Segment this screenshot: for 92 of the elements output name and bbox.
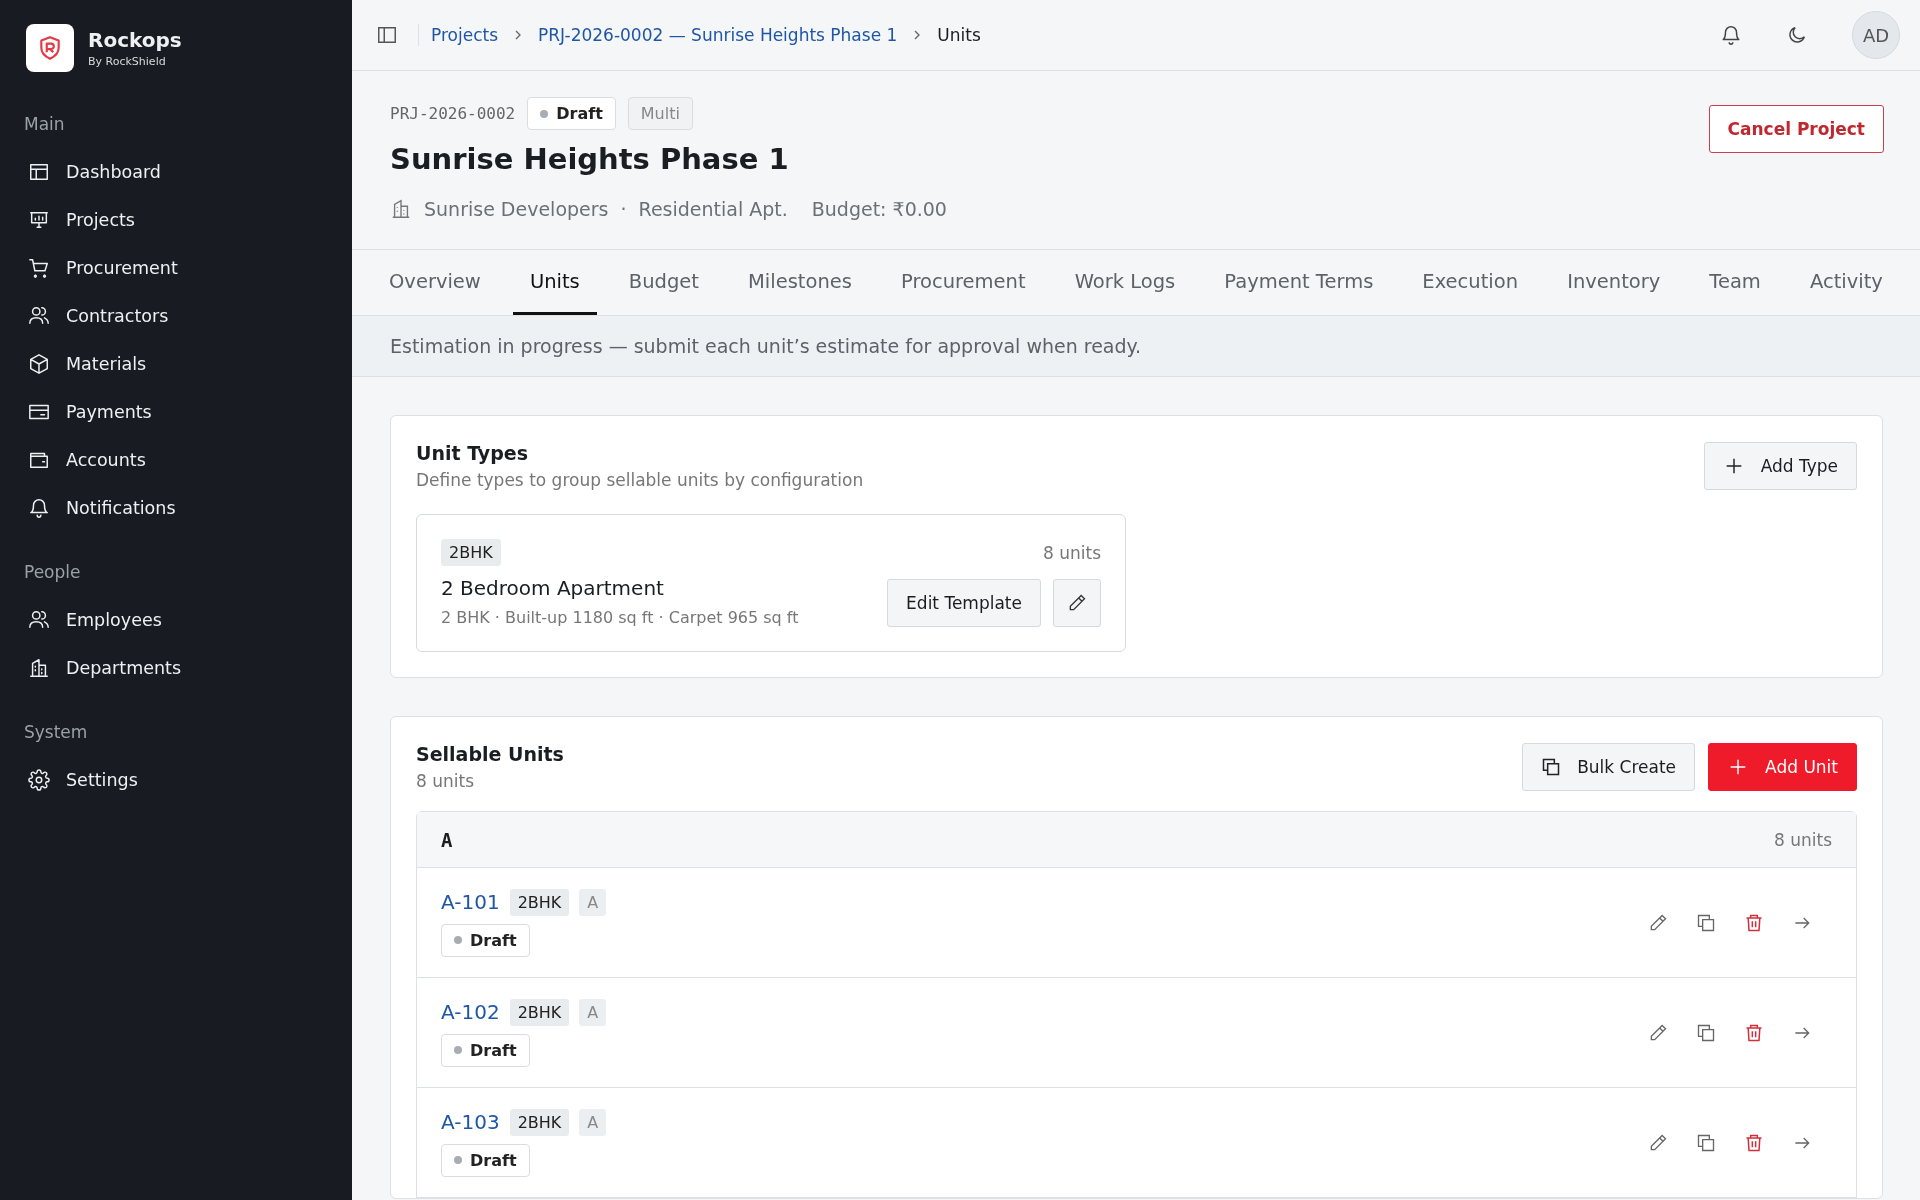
pencil-icon bbox=[1067, 593, 1087, 613]
block-tag: A bbox=[579, 888, 607, 916]
layout-icon bbox=[28, 161, 50, 183]
sidebar-item[interactable]: Payments bbox=[0, 388, 352, 436]
block-tag: A bbox=[579, 1108, 607, 1136]
cart-icon bbox=[28, 257, 50, 279]
unit-count: 8 units bbox=[1774, 829, 1832, 850]
sidebar-item[interactable]: Materials bbox=[0, 340, 352, 388]
sidebar-item[interactable]: Contractors bbox=[0, 292, 352, 340]
copy-icon[interactable] bbox=[1696, 1132, 1716, 1153]
breadcrumb-current: Units bbox=[937, 25, 981, 45]
status-badge: Draft bbox=[527, 97, 616, 130]
type-details: 2 BHK · Built-up 1180 sq ft · Carpet 965 sq ft bbox=[441, 608, 799, 627]
cancel-project-button[interactable]: Cancel Project bbox=[1708, 105, 1884, 153]
sidebar-item[interactable]: Dashboard bbox=[0, 148, 352, 196]
tab[interactable]: Team bbox=[1692, 250, 1778, 315]
breadcrumb-link[interactable]: Projects bbox=[431, 25, 499, 45]
tab[interactable]: Procurement bbox=[884, 250, 1043, 315]
status-badge: Draft bbox=[441, 923, 530, 957]
pencil-icon[interactable] bbox=[1648, 912, 1668, 933]
add-unit-button[interactable]: Add Unit bbox=[1708, 743, 1857, 791]
pencil-icon[interactable] bbox=[1648, 1022, 1668, 1043]
project-title: Sunrise Heights Phase 1 bbox=[390, 142, 790, 176]
sidebar-toggle-icon[interactable] bbox=[376, 24, 419, 46]
sidebar-item[interactable]: Procurement bbox=[0, 244, 352, 292]
sidebar-item[interactable]: Notifications bbox=[0, 484, 352, 532]
sidebar-item[interactable]: Projects bbox=[0, 196, 352, 244]
users-icon bbox=[28, 609, 50, 631]
unit-link[interactable]: A-103 bbox=[441, 1110, 500, 1134]
block-tag: A bbox=[579, 998, 607, 1026]
pencil-icon[interactable] bbox=[1648, 1132, 1668, 1153]
type-code: 2BHK bbox=[441, 539, 501, 566]
unit-count: 8 units bbox=[1043, 542, 1101, 563]
bell-icon[interactable] bbox=[1720, 24, 1742, 46]
copy-icon bbox=[1541, 757, 1562, 777]
tab[interactable]: Execution bbox=[1405, 250, 1536, 315]
card-title: Sellable Units bbox=[416, 743, 564, 765]
unit-count: 8 units bbox=[416, 771, 475, 791]
tab[interactable]: Overview bbox=[372, 250, 498, 315]
unit-link[interactable]: A-102 bbox=[441, 1000, 500, 1024]
tab[interactable]: Activity bbox=[1792, 250, 1900, 315]
tab[interactable]: Work Logs bbox=[1057, 250, 1193, 315]
tab[interactable]: Milestones bbox=[731, 250, 869, 315]
users-icon bbox=[28, 305, 50, 327]
logo-icon bbox=[26, 24, 74, 72]
project-category: Residential Apt. bbox=[638, 198, 788, 220]
bell-icon bbox=[28, 497, 50, 519]
group-name: A bbox=[441, 828, 453, 851]
brand-name: Rockops bbox=[88, 28, 182, 52]
building-icon bbox=[28, 657, 50, 679]
tab[interactable]: Inventory bbox=[1550, 250, 1678, 315]
moon-icon[interactable] bbox=[1786, 24, 1808, 46]
sidebar-item[interactable]: Employees bbox=[0, 596, 352, 644]
project-code: PRJ-2026-0002 bbox=[390, 104, 516, 123]
card-title: Unit Types bbox=[416, 442, 530, 464]
unit-link[interactable]: A-101 bbox=[441, 890, 500, 914]
add-type-button[interactable]: Add Type bbox=[1703, 442, 1857, 490]
tab[interactable]: Budget bbox=[611, 250, 716, 315]
type-code: 2BHK bbox=[509, 1108, 570, 1136]
breadcrumb-link[interactable]: PRJ-2026-0002 — Sunrise Heights Phase 1 bbox=[538, 25, 898, 45]
section-heading: System bbox=[23, 722, 89, 742]
presentation-icon bbox=[28, 209, 50, 231]
gear-icon bbox=[28, 769, 50, 791]
section-heading: People bbox=[23, 562, 82, 582]
user-avatar[interactable]: AD bbox=[1852, 11, 1900, 59]
edit-button[interactable] bbox=[1053, 579, 1101, 627]
brand-tagline: By RockShield bbox=[88, 55, 167, 68]
building-icon bbox=[390, 198, 412, 220]
edit-template-button[interactable]: Edit Template bbox=[887, 579, 1041, 627]
bulk-create-button[interactable]: Bulk Create bbox=[1522, 743, 1696, 791]
type-name: 2 Bedroom Apartment bbox=[441, 576, 665, 600]
developer-name: Sunrise Developers bbox=[424, 198, 609, 220]
copy-icon[interactable] bbox=[1696, 1022, 1716, 1043]
trash-icon[interactable] bbox=[1744, 1132, 1764, 1153]
trash-icon[interactable] bbox=[1744, 1022, 1764, 1043]
type-code: 2BHK bbox=[509, 998, 570, 1026]
type-badge: Multi bbox=[627, 97, 693, 130]
sidebar-item[interactable]: Departments bbox=[0, 644, 352, 692]
project-budget: Budget: ₹0.00 bbox=[811, 198, 947, 220]
copy-icon[interactable] bbox=[1696, 912, 1716, 933]
box-icon bbox=[28, 353, 50, 375]
sidebar-item[interactable]: Settings bbox=[0, 756, 352, 804]
separator-dot: · bbox=[620, 198, 627, 220]
info-banner: Estimation in progress — submit each unit’s estimate for approval when ready. bbox=[352, 316, 1920, 377]
section-heading: Main bbox=[23, 114, 66, 134]
sidebar-item[interactable]: Accounts bbox=[0, 436, 352, 484]
trash-icon[interactable] bbox=[1744, 912, 1764, 933]
status-badge: Draft bbox=[441, 1033, 530, 1067]
card-subtitle: Define types to group sellable units by configuration bbox=[416, 470, 864, 490]
status-badge: Draft bbox=[441, 1143, 530, 1177]
type-code: 2BHK bbox=[509, 888, 570, 916]
tab[interactable]: Payment Terms bbox=[1207, 250, 1391, 315]
